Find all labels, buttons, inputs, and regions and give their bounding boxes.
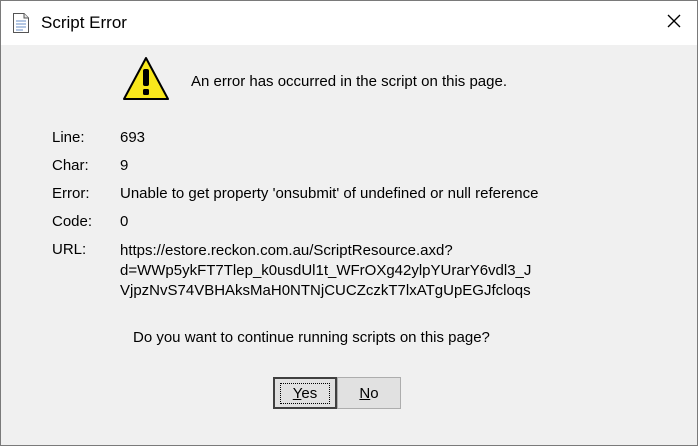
line-label: Line: <box>52 129 85 146</box>
yes-button-label: Yes <box>279 382 331 404</box>
url-value: https://estore.reckon.com.au/ScriptResou… <box>120 241 531 301</box>
yes-button[interactable]: Yes <box>273 377 337 409</box>
error-message: An error has occurred in the script on t… <box>191 73 507 90</box>
close-icon <box>666 13 682 34</box>
line-value: 693 <box>120 129 146 146</box>
url-line-1: https://estore.reckon.com.au/ScriptResou… <box>120 242 453 259</box>
warning-icon <box>122 56 170 102</box>
char-label: Char: <box>52 157 89 174</box>
url-line-3: VjpzNvS74VBHAksMaH0NTNjCUCZczkT7lxATgUpE… <box>120 282 531 299</box>
error-label: Error: <box>52 185 90 202</box>
window-title: Script Error <box>41 13 127 32</box>
no-mnemonic: N <box>359 384 371 402</box>
url-label: URL: <box>52 241 87 258</box>
code-label: Code: <box>52 213 93 230</box>
char-value: 9 <box>120 157 129 174</box>
yes-label-rest: es <box>301 384 318 402</box>
no-button-label: No <box>359 385 378 402</box>
url-line-2: d=WWp5ykFT7Tlep_k0usdUl1t_WFrOXg42ylpYUr… <box>120 262 532 279</box>
document-icon <box>12 12 30 34</box>
continue-question: Do you want to continue running scripts … <box>133 329 490 346</box>
code-value: 0 <box>120 213 129 230</box>
error-value: Unable to get property 'onsubmit' of und… <box>120 185 539 202</box>
no-label-rest: o <box>370 384 379 402</box>
close-button[interactable] <box>651 1 697 45</box>
no-button[interactable]: No <box>337 377 401 409</box>
script-error-dialog: Script Error An error has occurred in th… <box>0 0 698 446</box>
title-bar[interactable]: Script Error <box>1 1 697 45</box>
